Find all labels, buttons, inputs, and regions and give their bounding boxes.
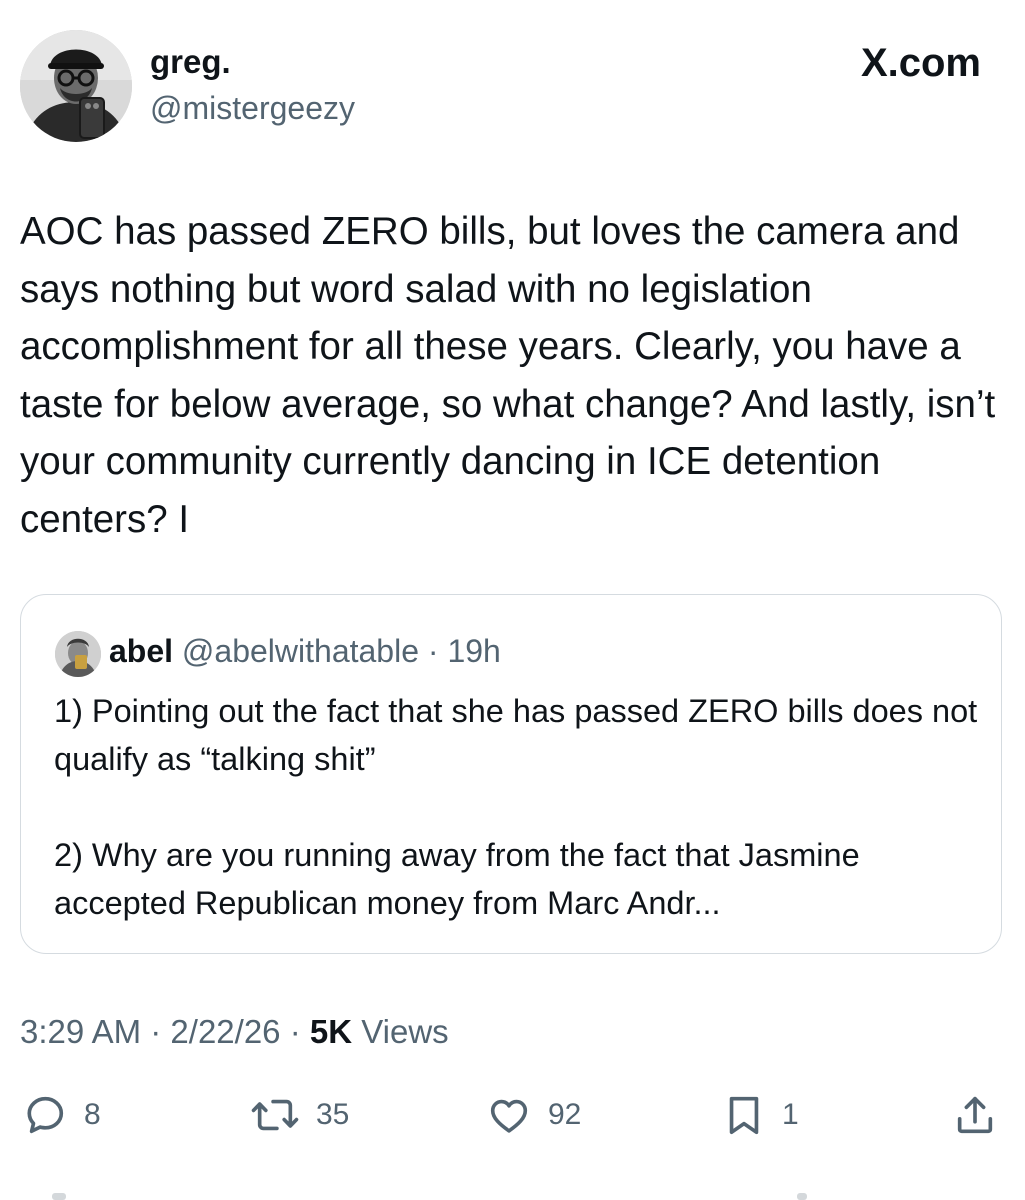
- brand-watermark: X.com: [860, 41, 981, 85]
- author-handle[interactable]: @mistergeezy: [150, 88, 355, 128]
- action-bar: 8 35 92 1: [0, 1090, 1025, 1140]
- share-button[interactable]: [952, 1090, 998, 1140]
- quoted-author-name[interactable]: abel: [109, 633, 173, 669]
- quoted-tweet-header: abel @abelwithatable · 19h: [109, 631, 501, 671]
- quoted-tweet-text: 1) Pointing out the fact that she has pa…: [54, 687, 984, 927]
- reply-count: 8: [84, 1098, 101, 1131]
- tweet-text: AOC has passed ZERO bills, but loves the…: [20, 210, 996, 541]
- share-icon: [952, 1092, 998, 1138]
- bookmark-count: 1: [782, 1098, 799, 1131]
- repost-count: 35: [316, 1098, 350, 1131]
- repost-button[interactable]: 35: [250, 1090, 349, 1140]
- cut-off-mark: [797, 1193, 807, 1200]
- reply-button[interactable]: 8: [22, 1090, 101, 1140]
- views-count[interactable]: 5K: [310, 1013, 352, 1050]
- quoted-tweet-card[interactable]: abel @abelwithatable · 19h 1) Pointing o…: [20, 594, 1002, 954]
- tweet: greg. @mistergeezy X.com AOC has passed …: [0, 0, 1025, 1200]
- quoted-timestamp[interactable]: 19h: [447, 633, 500, 669]
- author-display-name[interactable]: greg.: [150, 42, 231, 82]
- like-button[interactable]: 92: [486, 1090, 581, 1140]
- author-avatar[interactable]: [20, 30, 132, 142]
- like-count: 92: [548, 1098, 582, 1131]
- views-label[interactable]: Views: [361, 1013, 448, 1050]
- repost-icon: [250, 1092, 300, 1138]
- heart-icon: [486, 1092, 532, 1138]
- tweet-date[interactable]: 2/22/26: [170, 1013, 280, 1050]
- tweet-meta: 3:29 AM · 2/22/26 · 5K Views: [20, 1010, 449, 1054]
- quoted-author-avatar: [55, 631, 101, 677]
- bookmark-button[interactable]: 1: [722, 1090, 799, 1140]
- quoted-paragraph-1: 1) Pointing out the fact that she has pa…: [54, 693, 978, 777]
- bookmark-icon: [722, 1092, 766, 1138]
- tweet-time[interactable]: 3:29 AM: [20, 1013, 141, 1050]
- quoted-separator: ·: [427, 633, 439, 669]
- meta-separator: ·: [150, 1013, 162, 1050]
- meta-separator-2: ·: [289, 1013, 301, 1050]
- reply-icon: [22, 1092, 68, 1138]
- quoted-author-handle[interactable]: @abelwithatable: [182, 633, 419, 669]
- cut-off-mark: [52, 1193, 66, 1200]
- quoted-paragraph-2: 2) Why are you running away from the fac…: [54, 837, 860, 921]
